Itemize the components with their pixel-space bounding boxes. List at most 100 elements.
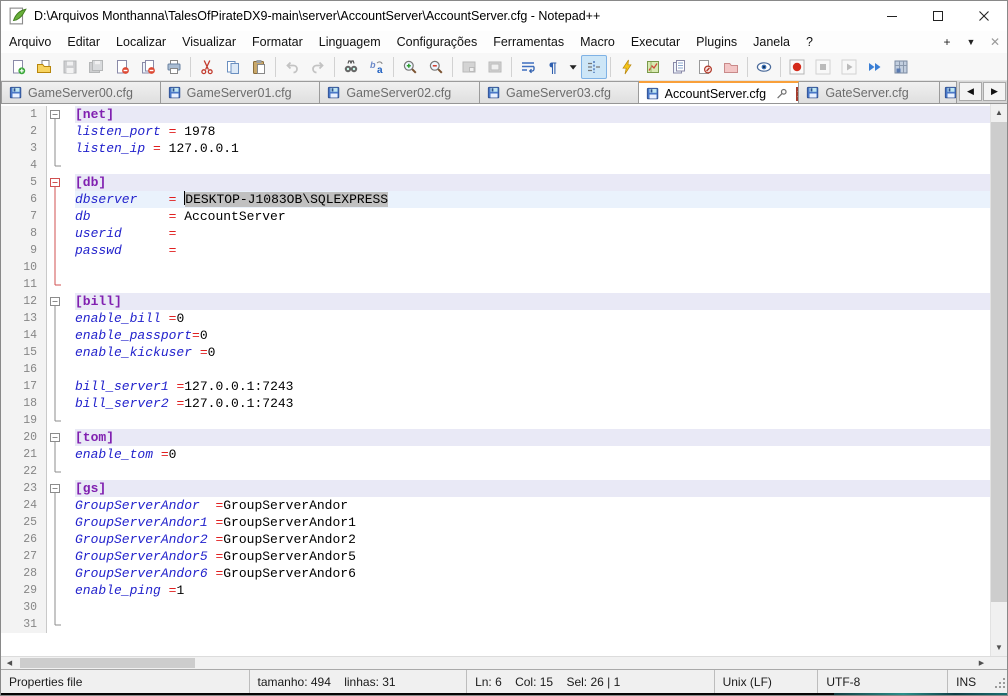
toolbar-macro-save-button[interactable] — [888, 55, 914, 79]
menu-item-macro[interactable]: Macro — [572, 32, 623, 52]
editor-line-19[interactable]: 19 — [1, 412, 990, 429]
menu-item-localizar[interactable]: Localizar — [108, 32, 174, 52]
line-text[interactable]: GroupServerAndor2 =GroupServerAndor2 — [75, 531, 990, 548]
close-button[interactable] — [961, 1, 1007, 31]
line-text[interactable]: listen_ip = 127.0.0.1 — [75, 140, 990, 157]
toolbar-zoom-in-button[interactable] — [397, 55, 423, 79]
line-text[interactable]: enable_ping =1 — [75, 582, 990, 599]
toolbar-document-list-button[interactable] — [666, 55, 692, 79]
menu-item-executar[interactable]: Executar — [623, 32, 688, 52]
toolbar-document-map-button[interactable] — [640, 55, 666, 79]
toolbar-copy-button[interactable] — [220, 55, 246, 79]
editor-line-11[interactable]: 11 — [1, 276, 990, 293]
editor-line-6[interactable]: 6dbserver = DESKTOP-J1083OB\SQLEXPRESS — [1, 191, 990, 208]
tab-g[interactable]: G — [940, 81, 957, 103]
toolbar-folder-as-workspace-button[interactable] — [718, 55, 744, 79]
toolbar-function-list-button[interactable] — [692, 55, 718, 79]
toolbar-fullscreen-button[interactable] — [482, 55, 508, 79]
menu-item-formatar[interactable]: Formatar — [244, 32, 311, 52]
editor-line-20[interactable]: 20[tom] — [1, 429, 990, 446]
tab-gameserver02-cfg[interactable]: GameServer02.cfg — [320, 81, 480, 103]
scroll-left-arrow[interactable]: ◀ — [1, 657, 18, 669]
toolbar-symbols-dropdown-button[interactable] — [567, 55, 581, 79]
editor-line-9[interactable]: 9passwd = — [1, 242, 990, 259]
tab-list-dropdown-button[interactable]: ▼ — [959, 37, 983, 47]
line-text[interactable]: db = AccountServer — [75, 208, 990, 225]
toolbar-redo-button[interactable] — [305, 55, 331, 79]
editor-line-17[interactable]: 17bill_server1 =127.0.0.1:7243 — [1, 378, 990, 395]
editor-line-29[interactable]: 29enable_ping =1 — [1, 582, 990, 599]
scroll-up-arrow[interactable]: ▲ — [991, 104, 1007, 121]
toolbar-replace-button[interactable]: ba — [364, 55, 390, 79]
menu-item-configura-es[interactable]: Configurações — [389, 32, 486, 52]
menu-item-help[interactable]: ? — [798, 32, 821, 52]
toolbar-word-wrap-button[interactable] — [515, 55, 541, 79]
editor-line-15[interactable]: 15enable_kickuser =0 — [1, 344, 990, 361]
toolbar-restore-zoom-button[interactable] — [456, 55, 482, 79]
minimize-button[interactable] — [869, 1, 915, 31]
editor-line-22[interactable]: 22 — [1, 463, 990, 480]
menu-item-arquivo[interactable]: Arquivo — [1, 32, 59, 52]
line-text[interactable]: bill_server2 =127.0.0.1:7243 — [75, 395, 990, 412]
line-text[interactable] — [75, 599, 990, 616]
line-text[interactable] — [75, 157, 990, 174]
toolbar-macro-stop-button[interactable] — [810, 55, 836, 79]
status-typing-mode[interactable]: INS — [947, 670, 1007, 693]
editor-pane[interactable]: 1[net]2listen_port = 19783listen_ip = 12… — [1, 104, 1007, 656]
tab-gateserver-cfg[interactable]: GateServer.cfg — [799, 81, 940, 103]
line-text[interactable]: [db] — [75, 174, 990, 191]
editor-line-1[interactable]: 1[net] — [1, 106, 990, 123]
editor-line-27[interactable]: 27GroupServerAndor5 =GroupServerAndor5 — [1, 548, 990, 565]
line-text[interactable] — [75, 616, 990, 633]
menu-item-plugins[interactable]: Plugins — [688, 32, 745, 52]
menu-item-visualizar[interactable]: Visualizar — [174, 32, 244, 52]
line-text[interactable]: enable_tom =0 — [75, 446, 990, 463]
fold-toggle[interactable] — [47, 480, 75, 497]
menu-item-editar[interactable]: Editar — [59, 32, 108, 52]
editor-line-21[interactable]: 21enable_tom =0 — [1, 446, 990, 463]
editor-line-18[interactable]: 18bill_server2 =127.0.0.1:7243 — [1, 395, 990, 412]
toolbar-undo-button[interactable] — [279, 55, 305, 79]
tab-scroll-left-button[interactable]: ◀ — [959, 82, 982, 101]
tab-gameserver01-cfg[interactable]: GameServer01.cfg — [161, 81, 321, 103]
line-text[interactable]: [net] — [75, 106, 990, 123]
toolbar-new-file-button[interactable] — [5, 55, 31, 79]
line-text[interactable]: GroupServerAndor =GroupServerAndor — [75, 497, 990, 514]
toolbar-close-all-button[interactable] — [135, 55, 161, 79]
editor-line-8[interactable]: 8userid = — [1, 225, 990, 242]
close-tab-button[interactable]: ✕ — [983, 35, 1007, 49]
tab-gameserver03-cfg[interactable]: GameServer03.cfg — [480, 81, 639, 103]
line-text[interactable]: enable_passport=0 — [75, 327, 990, 344]
toolbar-macro-run-multiple-button[interactable] — [862, 55, 888, 79]
vertical-scroll-thumb[interactable] — [991, 122, 1008, 602]
line-text[interactable]: [tom] — [75, 429, 990, 446]
line-text[interactable]: enable_kickuser =0 — [75, 344, 990, 361]
editor-line-28[interactable]: 28GroupServerAndor6 =GroupServerAndor6 — [1, 565, 990, 582]
editor-line-7[interactable]: 7db = AccountServer — [1, 208, 990, 225]
editor-line-4[interactable]: 4 — [1, 157, 990, 174]
line-text[interactable]: [gs] — [75, 480, 990, 497]
editor-line-3[interactable]: 3listen_ip = 127.0.0.1 — [1, 140, 990, 157]
editor-line-30[interactable]: 30 — [1, 599, 990, 616]
editor-line-5[interactable]: 5[db] — [1, 174, 990, 191]
tab-gameserver00-cfg[interactable]: GameServer00.cfg — [1, 81, 161, 103]
toolbar-define-language-button[interactable] — [614, 55, 640, 79]
toolbar-indent-guide-button[interactable] — [581, 55, 607, 79]
editor-line-10[interactable]: 10 — [1, 259, 990, 276]
toolbar-print-button[interactable] — [161, 55, 187, 79]
menu-item-ferramentas[interactable]: Ferramentas — [485, 32, 572, 52]
line-text[interactable]: bill_server1 =127.0.0.1:7243 — [75, 378, 990, 395]
toolbar-open-file-button[interactable] — [31, 55, 57, 79]
menu-item-linguagem[interactable]: Linguagem — [311, 32, 389, 52]
toolbar-macro-play-button[interactable] — [836, 55, 862, 79]
editor-line-14[interactable]: 14enable_passport=0 — [1, 327, 990, 344]
editor-line-12[interactable]: 12[bill] — [1, 293, 990, 310]
toolbar-show-all-characters-button[interactable]: ¶ — [541, 55, 567, 79]
line-text[interactable] — [75, 463, 990, 480]
scroll-down-arrow[interactable]: ▼ — [991, 639, 1007, 656]
toolbar-paste-button[interactable] — [246, 55, 272, 79]
line-text[interactable] — [75, 361, 990, 378]
toolbar-save-button[interactable] — [57, 55, 83, 79]
editor-line-24[interactable]: 24GroupServerAndor =GroupServerAndor — [1, 497, 990, 514]
editor-line-31[interactable]: 31 — [1, 616, 990, 633]
